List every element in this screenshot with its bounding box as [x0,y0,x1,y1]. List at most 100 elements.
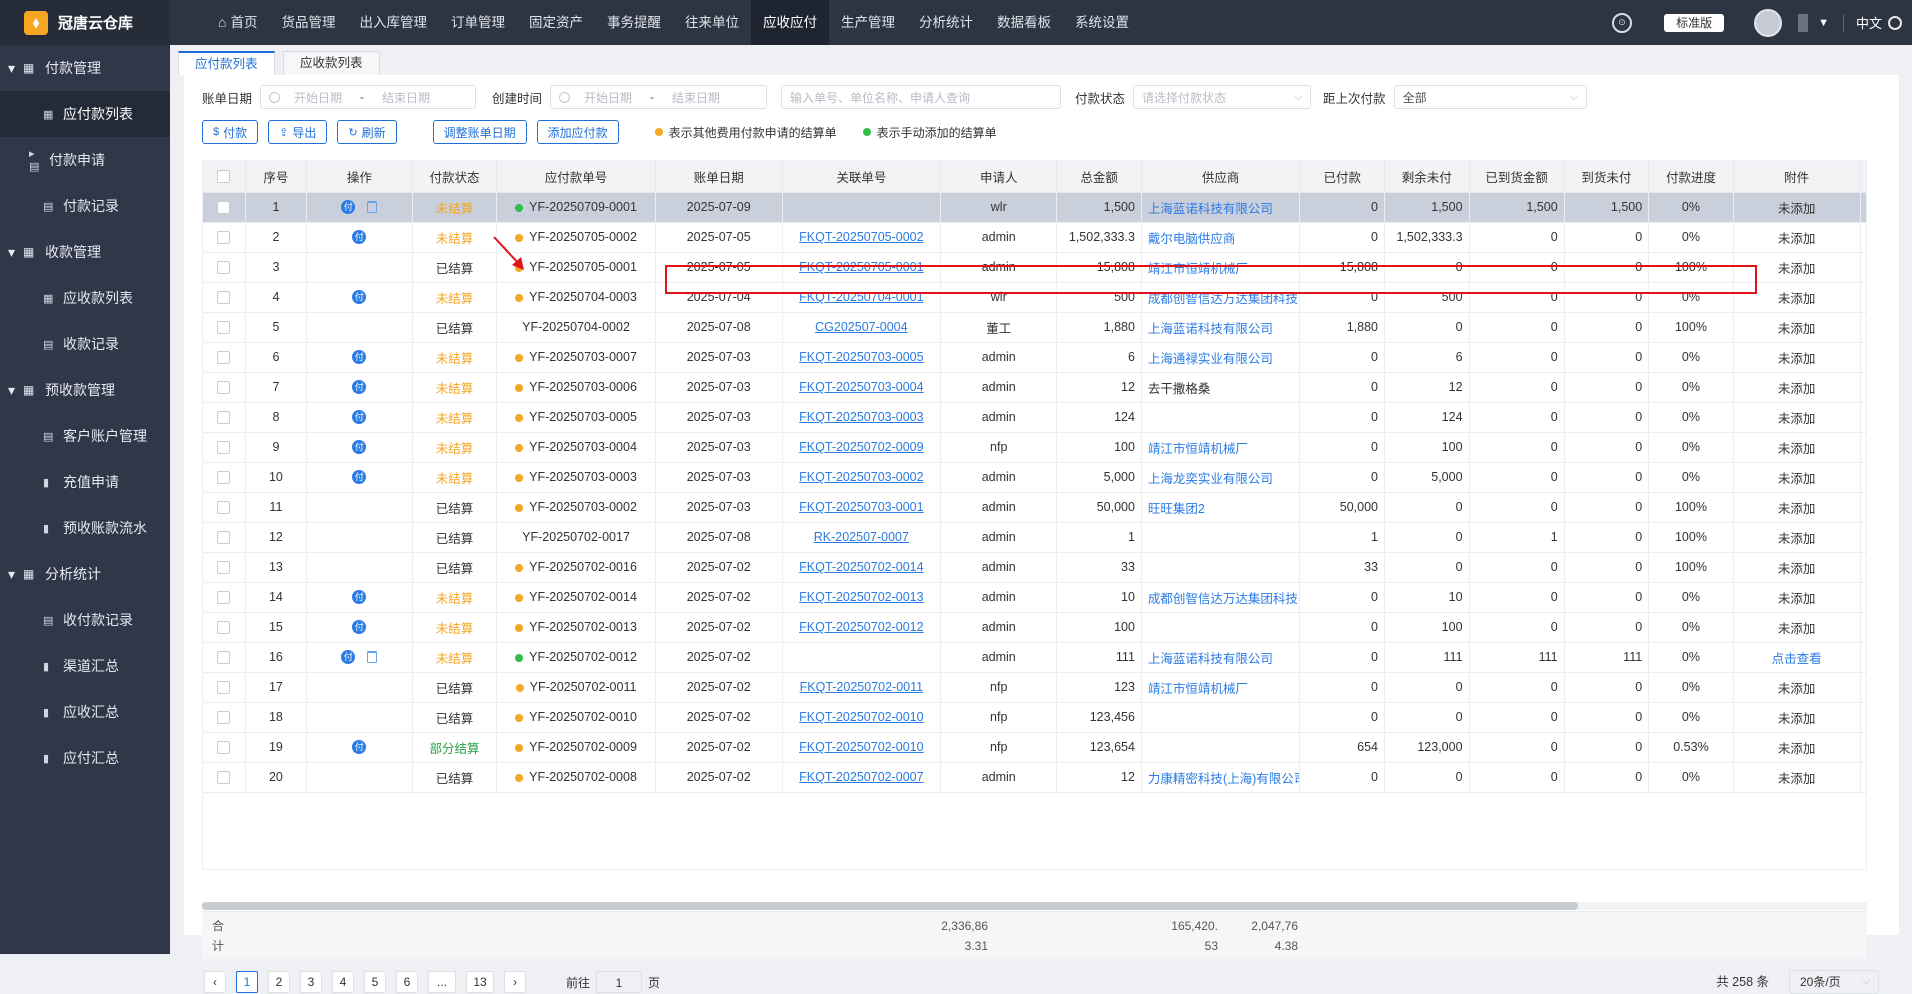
github-icon[interactable]: ⊙ [1612,12,1633,33]
row-checkbox[interactable] [217,321,231,335]
row-checkbox[interactable] [217,351,231,365]
supplier-link[interactable]: 上海通禄实业有限公司 [1148,352,1273,366]
tab-payables[interactable]: 应付款列表 [178,51,275,75]
pay-action-icon[interactable]: 付 [352,740,367,755]
row-checkbox[interactable] [217,561,231,575]
row-checkbox-cell[interactable] [203,372,246,403]
add-payable-button[interactable]: 添加应付款 [536,120,619,144]
row-checkbox[interactable] [217,381,231,395]
ref-link[interactable]: FKQT-20250702-0013 [799,590,923,604]
ref-link[interactable]: FKQT-20250702-0010 [799,710,923,724]
prev-page-icon[interactable]: ‹ [204,971,226,993]
row-checkbox-cell[interactable] [203,312,246,343]
row-checkbox-cell[interactable] [203,192,246,223]
topnav-item-2[interactable]: 出入库管理 [347,0,439,45]
avatar[interactable] [1754,8,1783,37]
sidebar-item-0-1[interactable]: ▸ ▤ 付款申请 [0,137,170,183]
created-date-range[interactable]: 开始日期 - 结束日期 [550,85,768,109]
supplier-link[interactable]: 靖江市恒靖机械厂 [1148,262,1248,276]
row-checkbox-cell[interactable] [203,612,246,643]
table-row[interactable]: 5 已结算 YF-20250704-0002 2025-07-08 CG202507-0… [203,312,1866,343]
supplier-link[interactable]: 上海蓝诺科技有限公司 [1148,202,1273,216]
row-checkbox[interactable] [217,771,231,785]
topnav-item-5[interactable]: 事务提醒 [595,0,673,45]
row-checkbox-cell[interactable] [203,762,246,793]
row-checkbox[interactable] [217,411,231,425]
pay-action-icon[interactable]: 付 [352,350,367,365]
topnav-item-11[interactable]: 系统设置 [1063,0,1141,45]
cell-attachment[interactable]: 点击查看 [1733,642,1861,673]
table-row[interactable]: 18 已结算 YF-20250702-0010 2025-07-02 FKQT-2025… [203,702,1866,733]
ref-link[interactable]: FKQT-20250703-0005 [799,350,923,364]
sidebar-group-0[interactable]: ▾ ▦ 付款管理 [0,45,170,91]
trash-icon[interactable] [367,201,378,214]
sidebar-group-2[interactable]: ▾ ▦ 预收款管理 [0,367,170,413]
pay-action-icon[interactable]: 付 [352,620,367,635]
sidebar-item-3-2[interactable]: ▮ 应收汇总 [0,689,170,735]
page-button-...[interactable]: ... [428,971,456,993]
row-checkbox-cell[interactable] [203,222,246,253]
ref-link[interactable]: RK-202507-0007 [814,530,909,544]
pay-action-icon[interactable]: 付 [352,410,367,425]
supplier-link[interactable]: 靖江市恒靖机械厂 [1148,682,1248,696]
row-checkbox[interactable] [217,471,231,485]
topnav-item-9[interactable]: 分析统计 [907,0,985,45]
table-row[interactable]: 19 付 部分结算 YF-20250702-0009 2025-07-02 FKQT-20… [203,732,1866,763]
row-checkbox[interactable] [217,291,231,305]
page-button-1[interactable]: 1 [236,971,258,993]
pay-action-icon[interactable]: 付 [352,470,367,485]
row-checkbox-cell[interactable] [203,462,246,493]
pay-status-select[interactable]: 请选择付款状态 ⌵ [1133,85,1312,109]
trash-icon[interactable] [367,651,378,664]
tab-receivables[interactable]: 应收款列表 [283,51,380,75]
row-checkbox-cell[interactable] [203,582,246,613]
sidebar-item-1-0[interactable]: ▦ 应收款列表 [0,275,170,321]
table-row[interactable]: 12 已结算 YF-20250702-0017 2025-07-08 RK-202507… [203,522,1866,553]
col-header-0[interactable] [203,161,246,193]
row-checkbox-cell[interactable] [203,342,246,373]
ref-link[interactable]: FKQT-20250703-0004 [799,380,923,394]
scrollbar-thumb[interactable] [202,902,1578,910]
row-checkbox[interactable] [217,501,231,515]
sidebar-item-2-1[interactable]: ▮ 充值申请 [0,459,170,505]
sidebar-item-3-1[interactable]: ▮ 渠道汇总 [0,643,170,689]
ref-link[interactable]: FKQT-20250703-0003 [799,410,923,424]
ref-link[interactable]: FKQT-20250702-0011 [800,680,923,694]
topnav-item-10[interactable]: 数据看板 [985,0,1063,45]
sidebar-item-0-2[interactable]: ▤ 付款记录 [0,183,170,229]
row-checkbox[interactable] [217,741,231,755]
row-checkbox[interactable] [217,531,231,545]
supplier-link[interactable]: 旺旺集团2 [1148,502,1205,516]
pay-action-icon[interactable]: 付 [352,290,367,305]
page-button-6[interactable]: 6 [396,971,418,993]
refresh-button[interactable]: ↻ 刷新 [337,120,397,144]
table-row[interactable]: 17 已结算 YF-20250702-0011 2025-07-02 FKQT-2025… [203,672,1866,703]
search-input[interactable]: 输入单号、单位名称、申请人查询 [781,85,1062,109]
row-checkbox[interactable] [217,201,231,215]
supplier-link[interactable]: 力康精密科技(上海)有限公司 [1148,772,1299,786]
page-button-3[interactable]: 3 [300,971,322,993]
supplier-link[interactable]: 成都创智信达万达集团科技 [1148,592,1298,606]
horizontal-scrollbar[interactable] [202,902,1867,910]
ref-link[interactable]: CG202507-0004 [815,320,907,334]
sidebar-item-3-3[interactable]: ▮ 应付汇总 [0,735,170,781]
row-checkbox-cell[interactable] [203,282,246,313]
chevron-down-icon[interactable]: ▼ [1818,17,1829,29]
table-row[interactable]: 7 付 未结算 YF-20250703-0006 2025-07-03 FKQT-2025… [203,372,1866,403]
row-checkbox[interactable] [217,681,231,695]
table-row[interactable]: 6 付 未结算 YF-20250703-0007 2025-07-03 FKQT-2025… [203,342,1866,373]
export-button[interactable]: ⇪ 导出 [268,120,328,144]
pay-action-icon[interactable]: 付 [352,380,367,395]
table-row[interactable]: 10 付 未结算 YF-20250703-0003 2025-07-03 FKQT-202… [203,462,1866,493]
row-checkbox-cell[interactable] [203,492,246,523]
row-checkbox-cell[interactable] [203,552,246,583]
username-masked[interactable] [1798,13,1809,32]
sidebar-group-3[interactable]: ▾ ▦ 分析统计 [0,551,170,597]
row-checkbox[interactable] [217,441,231,455]
ref-link[interactable]: FKQT-20250702-0012 [799,620,923,634]
ref-link[interactable]: FKQT-20250703-0002 [799,470,923,484]
sidebar-item-0-0[interactable]: ▦ 应付款列表 [0,91,170,137]
table-row[interactable]: 13 已结算 YF-20250702-0016 2025-07-02 FKQT-2025… [203,552,1866,583]
ref-link[interactable]: FKQT-20250705-0002 [799,230,923,244]
pay-action-icon[interactable]: 付 [352,440,367,455]
